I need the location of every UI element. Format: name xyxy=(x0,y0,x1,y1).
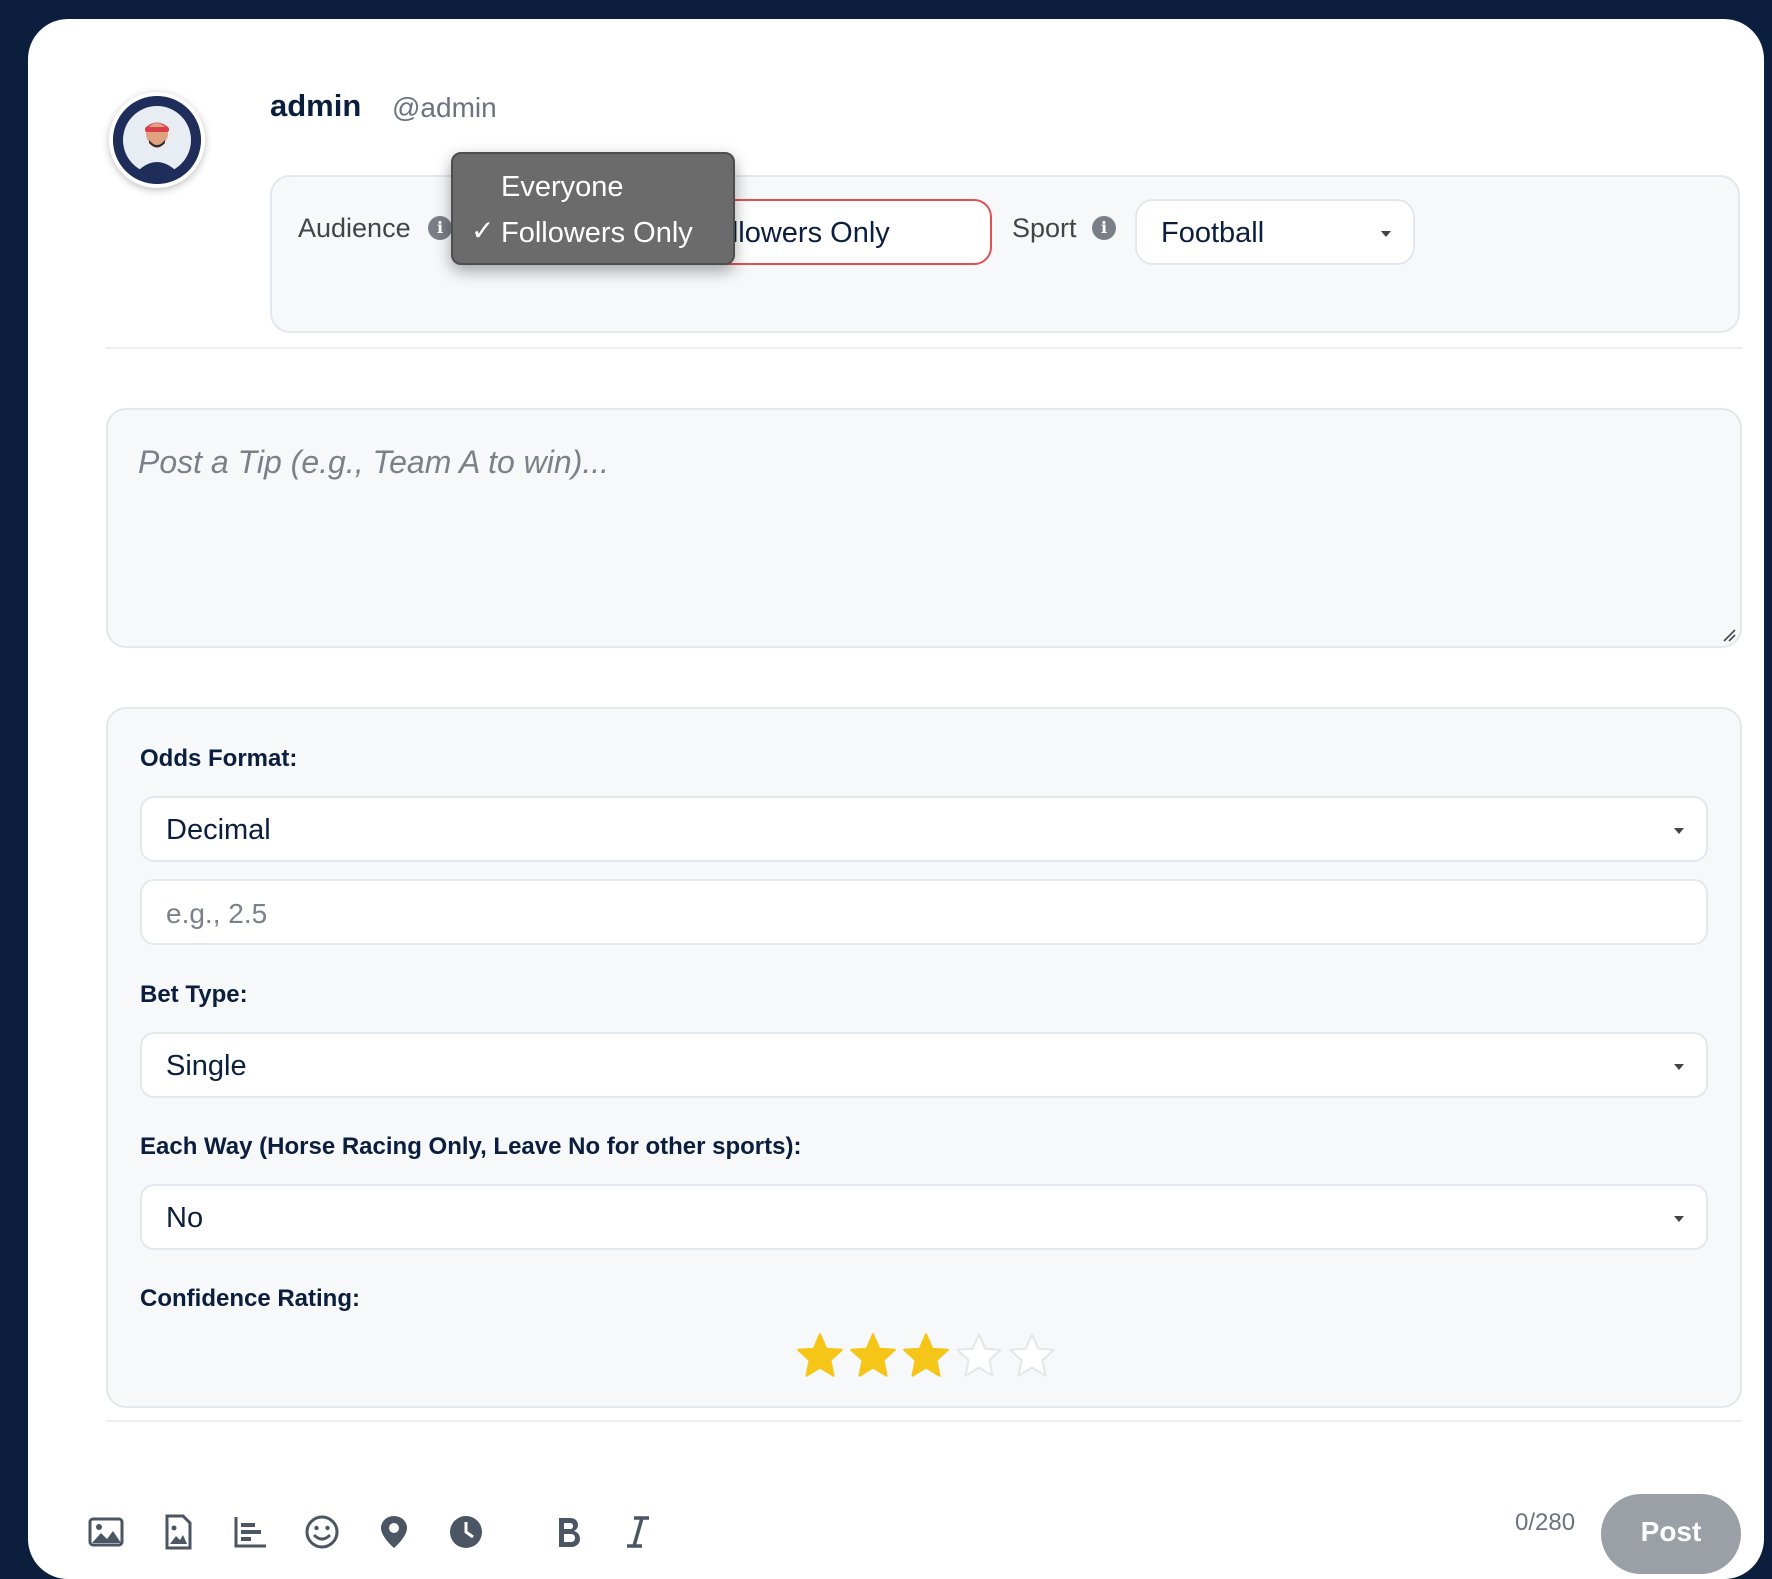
user-name[interactable]: admin xyxy=(270,88,361,124)
star-filled-icon[interactable] xyxy=(900,1331,952,1379)
odds-format-label: Odds Format: xyxy=(140,745,298,772)
chevron-down-icon xyxy=(1674,1064,1684,1070)
gif-icon[interactable] xyxy=(159,1513,197,1551)
audience-option-everyone[interactable]: Everyone xyxy=(501,171,624,204)
audience-label: Audience xyxy=(298,213,411,243)
image-icon[interactable] xyxy=(87,1513,125,1551)
star-filled-icon[interactable] xyxy=(847,1331,899,1379)
odds-format-select[interactable]: Decimal xyxy=(140,796,1708,862)
avatar-illustration xyxy=(113,96,201,184)
each-way-select[interactable]: No xyxy=(140,1184,1708,1250)
location-icon[interactable] xyxy=(375,1513,413,1551)
user-handle: @admin xyxy=(392,92,497,123)
sport-selected-value: Football xyxy=(1161,217,1265,249)
post-button[interactable]: Post xyxy=(1601,1494,1741,1574)
odds-input-placeholder: e.g., 2.5 xyxy=(166,898,268,929)
confidence-label: Confidence Rating: xyxy=(140,1285,360,1312)
each-way-value: No xyxy=(166,1202,204,1234)
chevron-down-icon xyxy=(1674,1216,1684,1222)
sport-select[interactable]: Football xyxy=(1135,199,1415,265)
star-empty-icon[interactable] xyxy=(953,1331,1005,1379)
emoji-icon[interactable] xyxy=(303,1513,341,1551)
resize-handle-icon[interactable] xyxy=(1722,628,1736,642)
sport-info-icon[interactable]: i xyxy=(1092,216,1116,240)
chevron-down-icon xyxy=(1381,231,1391,237)
confidence-rating xyxy=(794,1331,1059,1384)
user-avatar[interactable] xyxy=(109,92,205,188)
each-way-label: Each Way (Horse Racing Only, Leave No fo… xyxy=(140,1133,802,1160)
star-filled-icon[interactable] xyxy=(794,1331,846,1379)
divider xyxy=(106,1420,1742,1422)
odds-input[interactable]: e.g., 2.5 xyxy=(140,879,1708,945)
poll-icon[interactable] xyxy=(231,1513,269,1551)
sport-label: Sport xyxy=(1012,213,1077,243)
schedule-icon[interactable] xyxy=(447,1513,485,1551)
chevron-down-icon xyxy=(1674,828,1684,834)
audience-dropdown-menu: Everyone ✓ Followers Only xyxy=(451,152,735,265)
bet-details-panel: Odds Format: Decimal e.g., 2.5 Bet Type:… xyxy=(106,707,1742,1408)
bold-icon[interactable] xyxy=(549,1513,587,1551)
bet-type-value: Single xyxy=(166,1050,247,1082)
odds-format-value: Decimal xyxy=(166,814,271,846)
tip-textarea[interactable]: Post a Tip (e.g., Team A to win)... xyxy=(106,408,1742,648)
star-empty-icon[interactable] xyxy=(1006,1331,1058,1379)
italic-icon[interactable] xyxy=(619,1513,657,1551)
bet-type-select[interactable]: Single xyxy=(140,1032,1708,1098)
check-icon: ✓ xyxy=(471,215,495,246)
audience-option-followers-only[interactable]: Followers Only xyxy=(501,217,693,250)
compose-card: admin @admin Audience i Followers Only S… xyxy=(28,19,1764,1579)
audience-info-icon[interactable]: i xyxy=(428,216,452,240)
bet-type-label: Bet Type: xyxy=(140,981,248,1008)
tip-placeholder: Post a Tip (e.g., Team A to win)... xyxy=(138,444,610,480)
character-counter: 0/280 xyxy=(1515,1509,1576,1536)
divider xyxy=(106,347,1742,349)
